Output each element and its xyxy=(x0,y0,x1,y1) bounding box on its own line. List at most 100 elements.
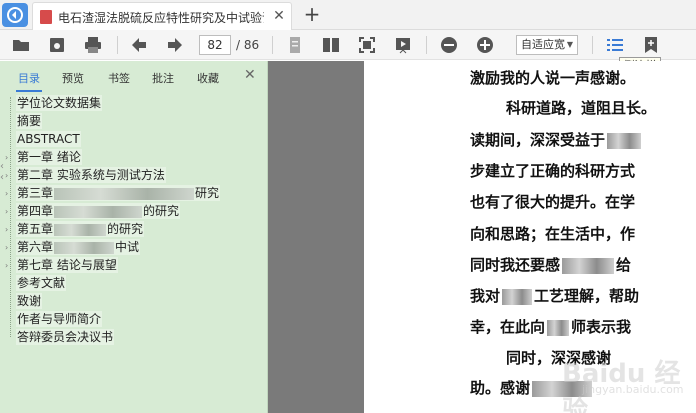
outline-item-tail: 研究 xyxy=(195,186,220,200)
tab-contents[interactable]: 目录 xyxy=(18,70,40,86)
doc-line: 幸，在此向 师表示我 xyxy=(470,316,631,337)
zoom-mode-select[interactable]: 自适应宽 ▼ xyxy=(516,35,578,55)
sidebar-resize-handle[interactable]: ‹ ‹ xyxy=(0,161,6,207)
sidebar-tabs: 目录 预览 书签 批注 收藏 ✕ xyxy=(0,61,268,92)
single-page-icon[interactable] xyxy=(284,34,306,56)
active-tab-indicator xyxy=(16,90,42,92)
print-icon[interactable] xyxy=(82,34,104,56)
outline-item[interactable]: 第三章 研究 xyxy=(16,185,221,201)
fit-page-icon[interactable] xyxy=(356,34,378,56)
doc-line: 步建立了正确的科研方式 xyxy=(470,160,635,181)
sidebar-toggle-icon[interactable] xyxy=(604,34,626,56)
dual-page-icon[interactable] xyxy=(320,34,342,56)
next-page-icon[interactable] xyxy=(164,34,186,56)
doc-line: 向和思路；在生活中，作 xyxy=(470,223,635,244)
outline-item[interactable]: 第四章 的研究 xyxy=(16,203,181,219)
document-page[interactable]: 激励我的人说一声感谢。 科研道路，道阻且长。 读期间，深深受益于 步建立了正确的… xyxy=(364,61,696,413)
baidu-watermark: Baidu 经验 jingyan.baidu.com xyxy=(524,349,696,413)
chevron-right-icon[interactable]: › xyxy=(5,189,8,198)
doc-line: 同时我还要感 给 xyxy=(470,254,631,275)
chevron-right-icon[interactable]: › xyxy=(5,171,8,180)
page-total: / 86 xyxy=(236,38,260,52)
prev-page-icon[interactable] xyxy=(128,34,150,56)
zoom-out-icon[interactable] xyxy=(438,34,460,56)
redacted-text xyxy=(502,289,533,305)
folder-open-icon[interactable] xyxy=(10,34,32,56)
outline-item[interactable]: 第六章 中试 xyxy=(16,239,141,255)
chevron-down-icon: ▼ xyxy=(566,40,573,49)
outline-item-tail: 的研究 xyxy=(107,222,144,236)
play-icon[interactable] xyxy=(392,34,414,56)
outline-item-label: 第五章 xyxy=(17,222,54,236)
doc-text: 我对 xyxy=(470,287,501,305)
outline-item-label: 第六章 xyxy=(17,240,54,254)
doc-text: 科研道路，道阻且长。 xyxy=(506,99,657,117)
outline-item-label: 第一章 绪论 xyxy=(17,150,81,164)
outline-item[interactable]: 第七章 结论与展望 xyxy=(16,257,118,273)
outline-item-label: 第二章 实验系统与测试方法 xyxy=(17,168,165,182)
outline-item[interactable]: 摘要 xyxy=(16,113,43,129)
outline-item-label: 致谢 xyxy=(17,294,42,308)
outline-item-tail: 的研究 xyxy=(143,204,180,218)
close-sidebar-icon[interactable]: ✕ xyxy=(244,67,256,83)
doc-text: 向和思路；在生活中，作 xyxy=(470,225,636,243)
doc-text: 激励我的人说一声感谢。 xyxy=(470,69,636,87)
outline-item-tail: 中试 xyxy=(115,240,140,254)
redacted-text xyxy=(562,258,615,274)
close-tab-icon[interactable]: ✕ xyxy=(270,7,288,25)
new-tab-button[interactable]: + xyxy=(300,3,324,27)
chevron-right-icon[interactable]: › xyxy=(5,243,8,252)
chevron-right-icon[interactable]: › xyxy=(5,207,8,216)
watermark-url: jingyan.baidu.com xyxy=(582,383,684,396)
outline-item[interactable]: 作者与导师简介 xyxy=(16,311,103,327)
doc-text: 师表示我 xyxy=(571,318,632,336)
outline-item-label: 作者与导师简介 xyxy=(17,312,102,326)
outline-item[interactable]: 答辩委员会决议书 xyxy=(16,329,115,345)
bookmark-icon[interactable] xyxy=(640,34,662,56)
doc-text: 也有了很大的提升。在学 xyxy=(470,193,636,211)
chevron-right-icon[interactable]: › xyxy=(5,153,8,162)
outline-item[interactable]: 第二章 实验系统与测试方法 xyxy=(16,167,166,183)
doc-line: 读期间，深深受益于 xyxy=(470,129,643,150)
document-tab[interactable]: 电石渣湿法脱硫反应特性研究及中试验证_... ✕ xyxy=(32,2,292,30)
outline-item-label: 答辩委员会决议书 xyxy=(17,330,114,344)
outline-item[interactable]: ABSTRACT xyxy=(16,131,81,147)
outline-tree-line xyxy=(10,97,11,337)
redacted-text xyxy=(547,320,570,336)
doc-text: 工艺理解，帮助 xyxy=(534,287,640,305)
page-number-input[interactable] xyxy=(199,35,231,55)
toolbar-separator xyxy=(426,36,427,54)
outline-item[interactable]: 致谢 xyxy=(16,293,43,309)
sidebar: 目录 预览 书签 批注 收藏 ✕ ‹ ‹ 学位论文数据集 摘要 ABSTRACT … xyxy=(0,61,268,413)
tab-annotations[interactable]: 批注 xyxy=(152,70,174,86)
outline-item-label: 第三章 xyxy=(17,186,54,200)
redacted-text xyxy=(607,133,642,149)
app-logo-icon[interactable] xyxy=(2,3,28,27)
tab-preview[interactable]: 预览 xyxy=(62,70,84,86)
doc-line: 激励我的人说一声感谢。 xyxy=(470,67,635,88)
outline-item-label: 第四章 xyxy=(17,204,54,218)
toolbar-separator xyxy=(272,36,273,54)
redacted-text xyxy=(54,223,107,236)
doc-text: 同时我还要感 xyxy=(470,256,561,274)
outline-item[interactable]: 第五章 的研究 xyxy=(16,221,145,237)
redacted-text xyxy=(54,241,115,254)
doc-text: 给 xyxy=(616,256,632,274)
outline-item[interactable]: 参考文献 xyxy=(16,275,67,291)
redacted-text xyxy=(54,187,195,200)
outline-item-label: 参考文献 xyxy=(17,276,66,290)
chevron-right-icon[interactable]: › xyxy=(5,261,8,270)
doc-text: 助。感谢 xyxy=(470,379,531,397)
page-gutter xyxy=(268,61,364,413)
toolbar-separator xyxy=(592,36,593,54)
tab-favorites[interactable]: 收藏 xyxy=(197,70,219,86)
zoom-in-icon[interactable] xyxy=(474,34,496,56)
outline-item[interactable]: 第一章 绪论 xyxy=(16,149,82,165)
toolbar: / 86 自适应宽 ▼ xyxy=(0,30,696,60)
outline-item[interactable]: 学位论文数据集 xyxy=(16,95,103,111)
save-icon[interactable] xyxy=(46,34,68,56)
tab-bookmarks[interactable]: 书签 xyxy=(108,70,130,86)
chevron-right-icon[interactable]: › xyxy=(5,225,8,234)
toolbar-separator xyxy=(117,36,118,54)
tab-title: 电石渣湿法脱硫反应特性研究及中试验证_... xyxy=(58,11,264,25)
